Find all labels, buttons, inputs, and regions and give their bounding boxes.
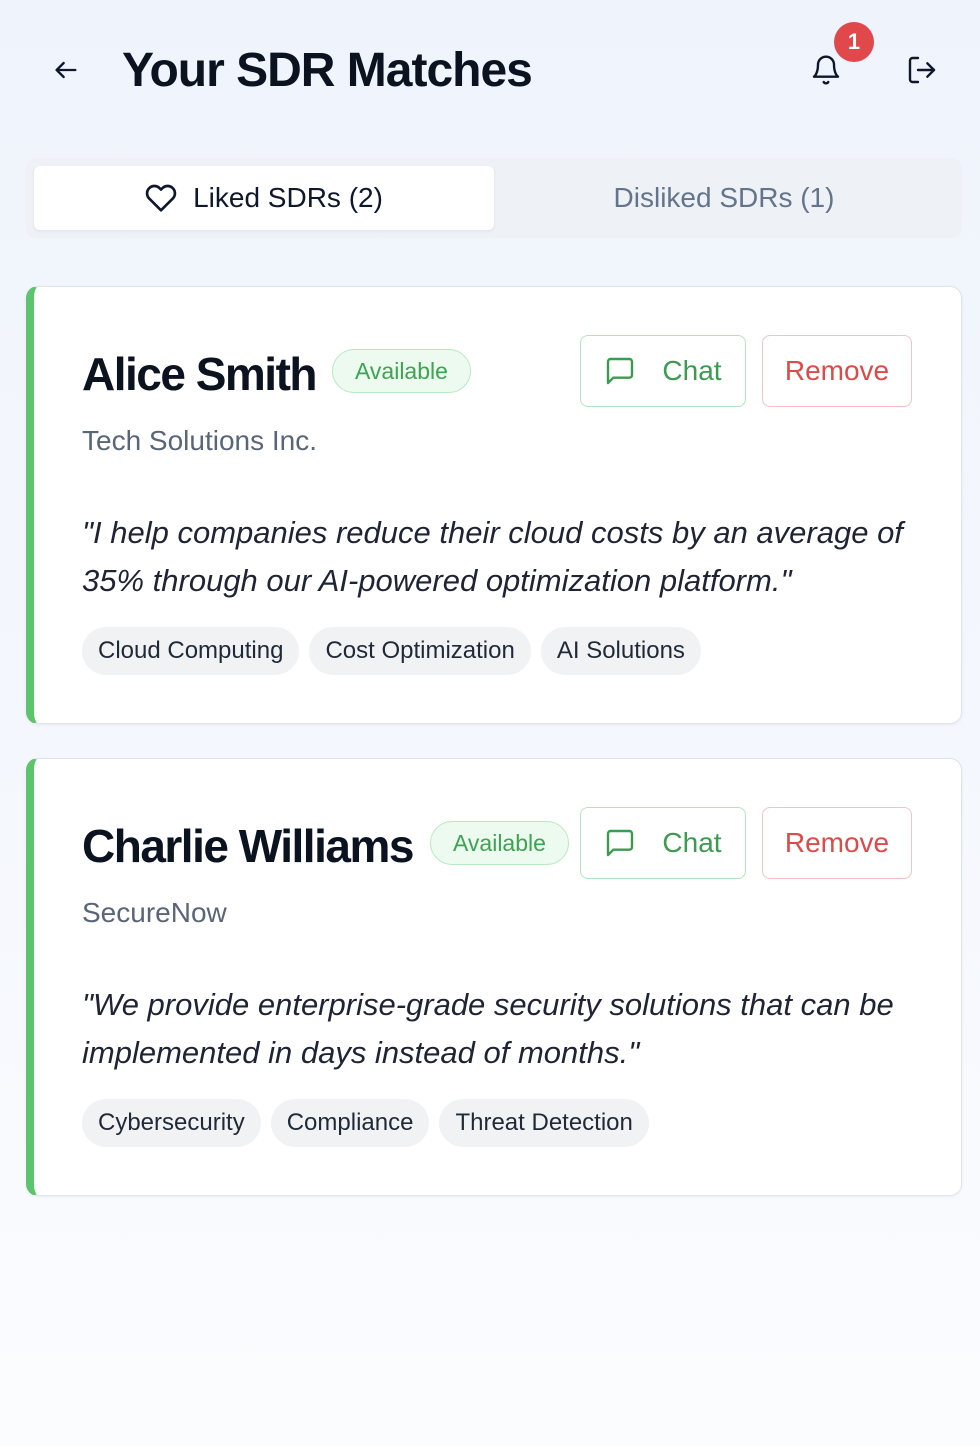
logout-button[interactable] (900, 48, 944, 92)
sdr-card: Charlie Williams Available Chat Remove S… (26, 758, 962, 1196)
sdr-pitch: "I help companies reduce their cloud cos… (82, 515, 903, 598)
bell-icon (812, 55, 840, 85)
chat-button[interactable]: Chat (580, 335, 746, 407)
tag-list: Cloud Computing Cost Optimization AI Sol… (82, 627, 701, 675)
tag: Cloud Computing (82, 627, 300, 675)
tag: Threat Detection (439, 1099, 649, 1147)
tab-disliked-label: Disliked SDRs (1) (613, 182, 835, 213)
status-badge: Available (332, 349, 471, 393)
arrow-left-icon (55, 61, 77, 79)
tag: Cybersecurity (82, 1099, 261, 1147)
heart-icon (145, 184, 177, 212)
tab-disliked-sdrs[interactable]: Disliked SDRs (1) (494, 166, 954, 230)
tag: Compliance (270, 1099, 430, 1147)
chat-label: Chat (662, 355, 722, 386)
page-header: Your SDR Matches 1 (0, 0, 980, 140)
message-square-icon (607, 357, 634, 385)
page-title: Your SDR Matches (122, 44, 533, 97)
notification-count-badge: 1 (834, 22, 874, 62)
tag-list: Cybersecurity Compliance Threat Detectio… (82, 1099, 649, 1147)
sdr-pitch: "We provide enterprise-grade security so… (82, 987, 894, 1070)
remove-button[interactable]: Remove (762, 807, 912, 879)
sdr-name: Alice Smith (82, 348, 318, 400)
tab-liked-label: Liked SDRs (2) (193, 182, 383, 213)
chat-button[interactable]: Chat (580, 807, 746, 879)
back-button[interactable] (46, 50, 86, 90)
tag: Cost Optimization (309, 627, 531, 675)
tag: AI Solutions (540, 627, 701, 675)
company-name: SecureNow (82, 897, 227, 928)
sdr-tabs: Liked SDRs (2) Disliked SDRs (1) (26, 158, 962, 238)
sdr-name: Charlie Williams (82, 820, 414, 872)
chat-label: Chat (662, 827, 722, 858)
sdr-card: Alice Smith Available Chat Remove Tech S… (26, 286, 962, 724)
status-badge: Available (430, 821, 569, 865)
company-name: Tech Solutions Inc. (82, 425, 318, 456)
tab-liked-sdrs[interactable]: Liked SDRs (2) (34, 166, 494, 230)
logout-icon (908, 56, 936, 84)
message-square-icon (607, 829, 634, 857)
remove-button[interactable]: Remove (762, 335, 912, 407)
